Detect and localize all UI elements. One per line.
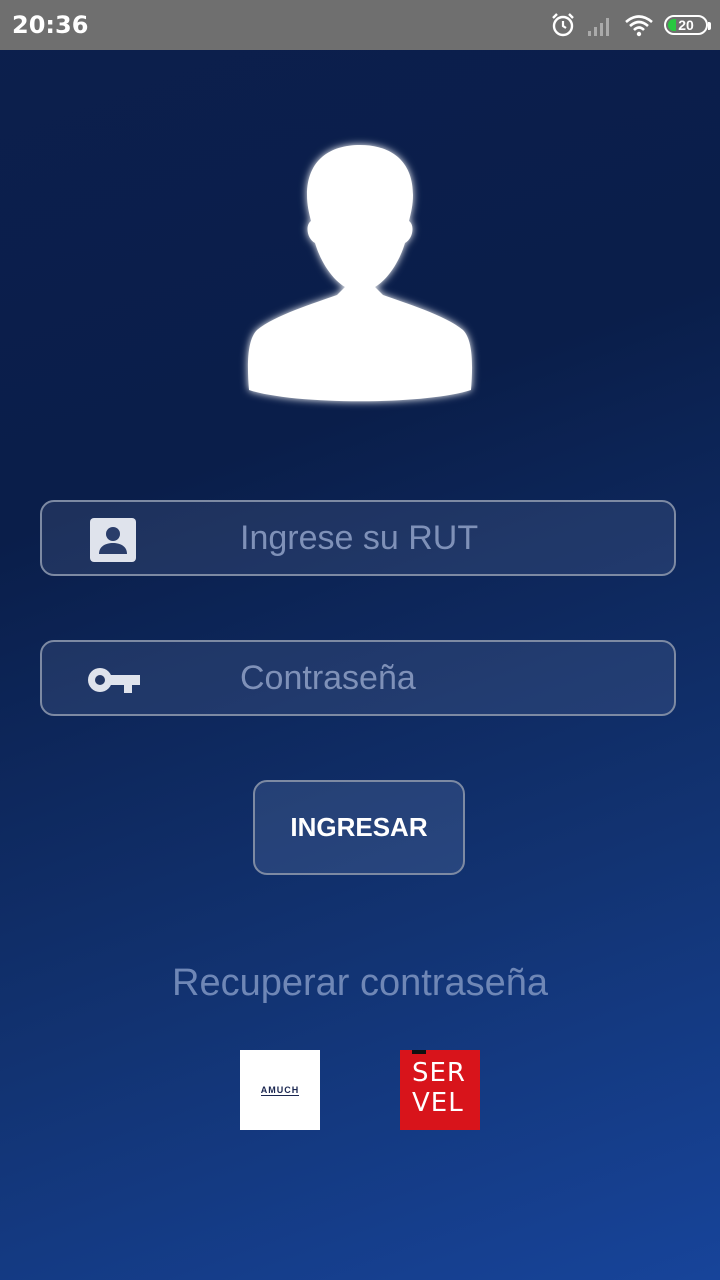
battery-level: 20 bbox=[678, 17, 694, 33]
amuch-logo-text: AMUCH bbox=[260, 1084, 300, 1096]
amuch-logo: AMUCH bbox=[240, 1050, 320, 1130]
alarm-icon bbox=[552, 13, 574, 37]
status-time: 20:36 bbox=[12, 11, 89, 39]
status-icons: 20 bbox=[550, 10, 711, 40]
recover-password-link[interactable]: Recuperar contraseña bbox=[0, 962, 720, 1005]
password-field[interactable]: Contraseña bbox=[40, 640, 676, 716]
login-button[interactable]: INGRESAR bbox=[253, 780, 465, 875]
servel-logo-top: SER bbox=[412, 1058, 466, 1088]
key-icon bbox=[88, 668, 140, 693]
user-avatar-icon bbox=[247, 145, 473, 402]
servel-logo-bottom: VEL bbox=[412, 1088, 464, 1118]
battery-icon: 20 bbox=[664, 15, 711, 35]
servel-logo: SER VEL bbox=[400, 1050, 480, 1130]
rut-placeholder: Ingrese su RUT bbox=[240, 519, 479, 557]
rut-field[interactable]: Ingrese su RUT bbox=[40, 500, 676, 576]
password-placeholder: Contraseña bbox=[240, 659, 416, 697]
contact-card-icon bbox=[90, 518, 136, 562]
signal-icon bbox=[588, 18, 609, 36]
status-bar: 20:36 20 bbox=[0, 0, 720, 50]
wifi-icon bbox=[625, 15, 653, 37]
